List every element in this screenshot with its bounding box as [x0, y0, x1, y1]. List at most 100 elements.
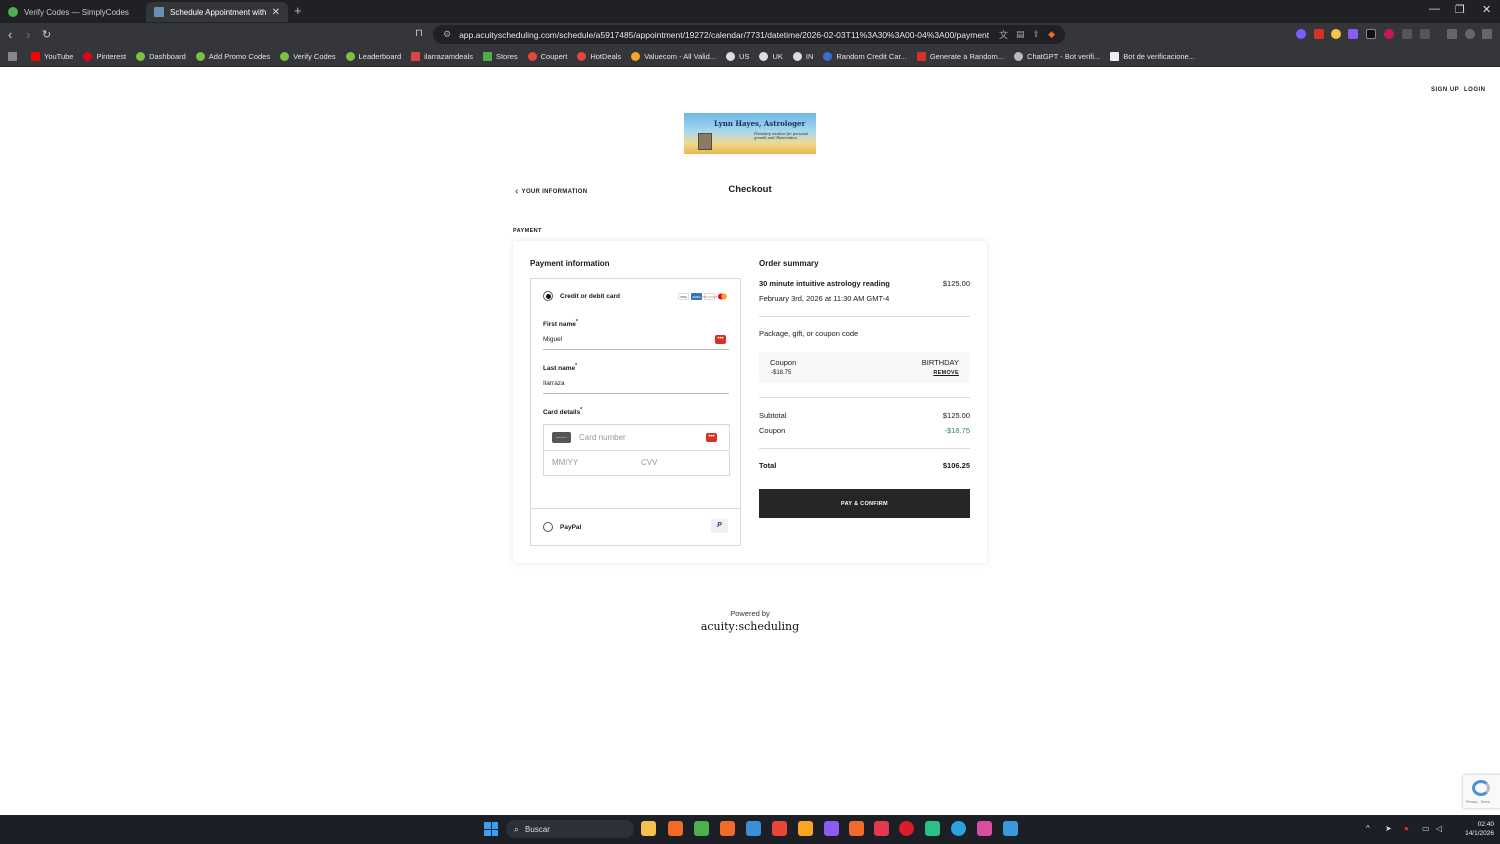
powered-by-label: Powered by — [730, 609, 770, 618]
bookmark-item[interactable]: Random Credit Car... — [823, 51, 907, 61]
bookmark-item[interactable]: Pinterest — [83, 51, 126, 61]
brave-profile-icon[interactable] — [720, 821, 735, 836]
bookmark-item[interactable]: Add Promo Codes — [195, 51, 270, 61]
card-number-input[interactable]: Card number — [579, 433, 626, 442]
sign-up-link[interactable]: SIGN UP — [1431, 87, 1459, 93]
coupon-line-label: Coupon — [759, 426, 786, 435]
taskbar-search[interactable]: ⌕ Buscar — [506, 820, 634, 838]
paypal-radio[interactable] — [543, 522, 553, 532]
app-icon[interactable] — [874, 821, 889, 836]
brave-profile-icon[interactable] — [824, 821, 839, 836]
new-tab-icon[interactable]: + — [294, 3, 302, 18]
telegram-tray-icon[interactable]: ➤ — [1385, 824, 1392, 833]
address-bar[interactable]: ⚙ app.acuityscheduling.com/schedule/a591… — [433, 25, 1065, 44]
network-icon[interactable]: ▭ — [1422, 824, 1430, 833]
bookmark-item[interactable]: Coupert — [527, 51, 567, 61]
bookmark-item[interactable]: Verify Codes — [280, 51, 336, 61]
card-option[interactable]: Credit or debit card — [543, 291, 620, 301]
windows-start-icon[interactable] — [484, 822, 498, 836]
brave-shield-icon[interactable]: ◆ — [1048, 29, 1055, 40]
bookmark-item[interactable]: IN — [792, 51, 813, 61]
back-arrow-icon[interactable]: ‹ — [8, 27, 12, 42]
brave-profile-icon[interactable] — [798, 821, 813, 836]
bookmark-item[interactable]: Dashboard — [136, 51, 186, 61]
reader-icon[interactable]: ▤ — [1016, 29, 1025, 40]
card-details-input[interactable]: Card number ••• MM/YY CVV — [543, 424, 730, 476]
apps-grid-icon[interactable] — [8, 51, 17, 61]
sidebar-toggle-icon[interactable] — [1447, 29, 1457, 39]
minimize-icon[interactable]: — — [1429, 3, 1440, 15]
extension-icon[interactable] — [1366, 29, 1376, 39]
first-name-input[interactable]: Miguel — [543, 336, 729, 350]
close-window-icon[interactable]: ✕ — [1482, 3, 1491, 16]
bookmark-item[interactable]: UK — [759, 51, 783, 61]
bookmark-item[interactable]: Stores — [482, 51, 518, 61]
bookmark-item[interactable]: YouTube — [31, 51, 73, 61]
brave-browser-icon[interactable] — [668, 821, 683, 836]
translate-icon[interactable]: 文 — [999, 28, 1008, 41]
extension-badge-icon[interactable] — [1314, 29, 1324, 39]
bookmark-item[interactable]: ilarrazamdeals — [411, 51, 473, 61]
pinterest-icon — [83, 51, 93, 61]
opera-icon[interactable] — [899, 821, 914, 836]
first-name-label: First name* — [543, 319, 578, 329]
bookmark-item[interactable]: Generate a Random... — [916, 51, 1004, 61]
tray-app-icon[interactable]: ● — [1404, 824, 1409, 833]
card-radio[interactable] — [543, 291, 553, 301]
remove-coupon-link[interactable]: REMOVE — [933, 370, 959, 376]
amex-icon: AMEX — [691, 293, 702, 300]
site-settings-icon[interactable]: ⚙ — [443, 29, 451, 40]
bookmark-item[interactable]: ChatGPT - Bot verifi... — [1014, 51, 1100, 61]
acuity-scheduling-logo[interactable]: acuity:scheduling — [680, 620, 820, 633]
logo-title: Lynn Hayes, Astrologer — [714, 119, 806, 128]
coupon-discount: -$18.75 — [771, 370, 792, 376]
login-link[interactable]: LOGIN — [1464, 87, 1486, 93]
reload-icon[interactable]: ↻ — [42, 28, 51, 41]
back-to-your-information-link[interactable]: ‹ YOUR INFORMATION — [515, 186, 587, 197]
close-tab-icon[interactable]: ✕ — [272, 7, 280, 18]
brave-profile-icon[interactable] — [772, 821, 787, 836]
extension-icon[interactable] — [1348, 29, 1358, 39]
leo-icon[interactable] — [1465, 29, 1475, 39]
tab-verify-codes[interactable]: Verify Codes — SimplyCodes — [0, 2, 144, 22]
extension-icon[interactable] — [1331, 29, 1341, 39]
paypal-option[interactable]: PayPal — [543, 522, 581, 532]
password-manager-icon[interactable]: ••• — [715, 335, 726, 344]
brave-profile-icon[interactable] — [849, 821, 864, 836]
restore-icon[interactable]: ❐ — [1455, 3, 1465, 16]
bookmark-item[interactable]: HotDeals — [577, 51, 621, 61]
pay-and-confirm-button[interactable]: PAY & CONFIRM — [759, 489, 970, 518]
extension-icon[interactable] — [1384, 29, 1394, 39]
brave-profile-icon[interactable] — [694, 821, 709, 836]
bookmark-item[interactable]: Valuecom - All Valid... — [631, 51, 716, 61]
taskbar-clock[interactable]: 02:40 14/1/2026 — [1448, 820, 1494, 838]
business-logo[interactable]: Lynn Hayes, Astrologer Planetary wisdom … — [684, 113, 816, 154]
telegram-icon[interactable] — [951, 821, 966, 836]
extension-icon[interactable] — [1296, 29, 1306, 39]
brave-profile-icon[interactable] — [746, 821, 761, 836]
tray-overflow-icon[interactable]: ^ — [1366, 824, 1370, 833]
extensions-puzzle-icon[interactable] — [1402, 29, 1412, 39]
expiry-input[interactable]: MM/YY — [552, 458, 578, 467]
last-name-input[interactable]: Ilarraza — [543, 380, 729, 394]
bookmark-item[interactable]: Leaderboard — [345, 51, 401, 61]
volume-icon[interactable]: ◁ — [1436, 824, 1442, 833]
file-explorer-icon[interactable] — [641, 821, 656, 836]
recaptcha-badge[interactable]: Privacy - Terms — [1463, 775, 1500, 808]
order-summary-heading: Order summary — [759, 259, 819, 268]
bookmark-icon[interactable]: ⊓ — [415, 28, 423, 39]
clock-date: 14/1/2026 — [1465, 830, 1494, 837]
menu-icon[interactable] — [1482, 29, 1492, 39]
notepad-icon[interactable] — [1003, 821, 1018, 836]
wallet-icon[interactable] — [1420, 29, 1430, 39]
bookmark-item[interactable]: Bot de verificacione... — [1110, 51, 1195, 61]
forward-arrow-icon[interactable]: › — [26, 27, 30, 42]
password-manager-icon[interactable]: ••• — [706, 433, 717, 442]
tab-schedule-appointment[interactable]: Schedule Appointment with Intu ✕ — [146, 2, 288, 22]
app-icon[interactable] — [925, 821, 940, 836]
app-icon[interactable] — [977, 821, 992, 836]
coupon-code-link[interactable]: Package, gift, or coupon code — [759, 329, 858, 338]
bookmark-item[interactable]: US — [726, 51, 749, 61]
share-icon[interactable]: ⇪ — [1033, 29, 1041, 40]
cvv-input[interactable]: CVV — [641, 458, 657, 467]
